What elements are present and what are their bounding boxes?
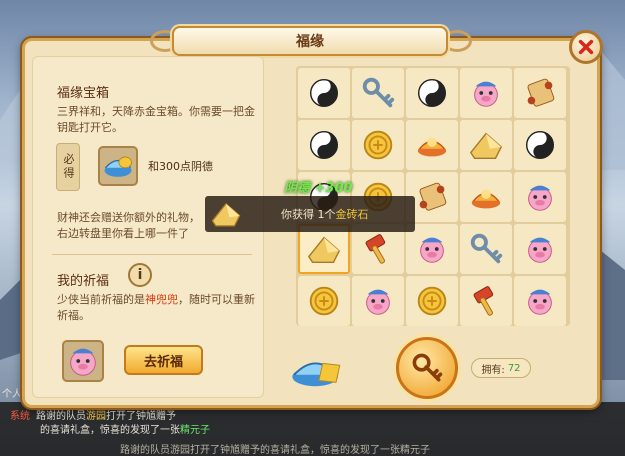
window-title-bar: 福缘 <box>172 26 448 56</box>
extra-gift-text: 财神还会赠送你额外的礼物，右边转盘里你看上哪一件了 <box>57 211 200 240</box>
pig-doll-icon <box>528 185 552 211</box>
pray-item-slot[interactable] <box>62 340 104 382</box>
gold-stone-icon <box>307 236 341 264</box>
chat-text: 的喜请礼盒，惊喜的发现了一张 <box>40 425 180 436</box>
pig-doll-icon <box>366 289 390 315</box>
key-icon <box>362 77 395 108</box>
must-get-tag: 必得 <box>56 143 80 191</box>
pray-description: 少侠当前祈福的是神兜兜，随时可以重新祈福。 <box>57 292 257 324</box>
scroll-icon <box>527 78 555 107</box>
toast-count: 1个 <box>317 208 336 221</box>
reward-cell[interactable] <box>514 276 566 326</box>
pig-doll-icon <box>528 289 552 315</box>
yinyang-icon <box>309 130 339 160</box>
owned-count: 拥有: 72 <box>471 358 531 378</box>
gold-stone-icon <box>211 202 241 227</box>
key-icon <box>412 353 443 382</box>
box-description: 三界祥和，天降赤金宝箱。你需要一把金钥匙打开它。 <box>57 105 255 134</box>
reward-cell[interactable] <box>514 172 566 222</box>
reward-cell[interactable] <box>460 224 512 274</box>
close-button[interactable] <box>569 30 603 64</box>
chat-channel-label[interactable]: 个人 <box>2 385 22 400</box>
gold-coin-icon <box>417 286 447 316</box>
hammer-icon <box>473 286 494 316</box>
pig-doll-icon <box>528 237 552 263</box>
window-title: 福缘 <box>296 34 324 50</box>
close-icon <box>578 39 594 55</box>
key-icon <box>470 233 503 264</box>
virtue-gain-text: 阴德 +300 <box>284 181 353 196</box>
reward-cell[interactable] <box>460 276 512 326</box>
reward-cell[interactable] <box>406 224 458 274</box>
pray-title: 我的祈福 <box>57 274 110 289</box>
gold-ingot-icon <box>292 362 341 387</box>
owned-number: 72 <box>507 362 521 374</box>
info-icon[interactable]: i <box>128 263 152 287</box>
reward-cell[interactable] <box>352 276 404 326</box>
chat-line-3: 路谢的队员游园打开了钟馗赠予的喜请礼盒，惊喜的发现了一张精元子 <box>120 445 430 456</box>
chat-item-link[interactable]: 精元子 <box>180 425 210 436</box>
yinyang-icon <box>417 78 447 108</box>
reward-cell[interactable] <box>298 120 350 170</box>
reward-cell[interactable] <box>460 68 512 118</box>
required-virtue-text: 和300点阴德 <box>148 160 213 173</box>
gold-stone-icon <box>469 132 503 160</box>
yinyang-icon <box>309 78 339 108</box>
pray-target-name: 神兜兜 <box>145 293 178 306</box>
reward-cell[interactable] <box>514 224 566 274</box>
reward-cell[interactable] <box>352 120 404 170</box>
reward-cell[interactable] <box>460 172 512 222</box>
reward-cell[interactable] <box>514 68 566 118</box>
reward-cell[interactable] <box>298 276 350 326</box>
pig-doll-icon <box>420 237 444 263</box>
reward-cell[interactable] <box>514 120 566 170</box>
divider <box>52 254 252 255</box>
chat-line-2: 的喜请礼盒，惊喜的发现了一张精元子 <box>40 421 210 436</box>
toast-text: 你获得 <box>281 208 314 221</box>
pig-doll-icon <box>70 348 96 376</box>
reward-cell[interactable] <box>406 276 458 326</box>
toast-item-name: 金砖石 <box>335 208 369 221</box>
yinyang-icon <box>525 130 555 160</box>
go-pray-button[interactable]: 去祈福 <box>124 345 203 375</box>
reward-cell[interactable] <box>460 120 512 170</box>
pray-desc-text: 少侠当前祈福的是 <box>57 293 145 306</box>
chat-line-1: 系统 路谢的队员游园打开了钟馗赠予 <box>10 407 176 422</box>
reward-cell[interactable] <box>352 68 404 118</box>
open-box-spin-button[interactable] <box>396 337 458 399</box>
scroll-icon <box>419 182 447 211</box>
reward-cell[interactable] <box>406 120 458 170</box>
system-tag: 系统 <box>10 411 30 422</box>
gold-coin-icon <box>363 130 393 160</box>
gold-ingot-icon <box>104 156 132 177</box>
box-title: 福缘宝箱 <box>57 86 110 101</box>
red-ingot-icon <box>417 137 447 157</box>
owned-label: 拥有: <box>481 364 505 376</box>
pig-doll-icon <box>474 81 498 107</box>
red-ingot-icon <box>471 189 501 209</box>
hammer-icon <box>365 234 386 264</box>
reward-cell[interactable] <box>406 68 458 118</box>
gold-coin-icon <box>309 286 339 316</box>
gold-ingot-item-slot[interactable] <box>98 146 138 186</box>
reward-cell[interactable] <box>298 68 350 118</box>
